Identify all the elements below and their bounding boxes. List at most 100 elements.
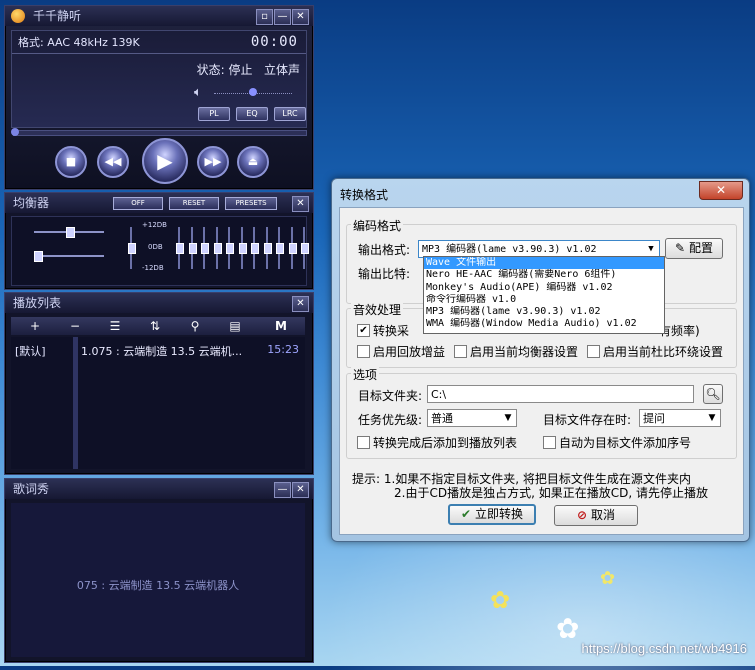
convert-sample-label: 转换采	[373, 324, 410, 338]
target-folder-input[interactable]: C:\	[427, 385, 694, 403]
close-icon[interactable]: ✕	[292, 196, 309, 212]
close-icon[interactable]: ✕	[292, 296, 309, 312]
restore-icon[interactable]: ▫	[256, 9, 273, 25]
dropdown-option-wave[interactable]: Wave 文件输出	[424, 257, 664, 270]
chevron-down-icon: ▼	[708, 413, 716, 423]
volume-icon[interactable]: 🔈︎	[194, 85, 202, 100]
convert-sample-checkbox[interactable]: ✔	[357, 324, 370, 337]
add-icon[interactable]: +	[17, 317, 53, 335]
eq-band-knob-11[interactable]	[301, 243, 309, 254]
eq-band-knob-5[interactable]	[226, 243, 234, 254]
seek-bar[interactable]	[11, 128, 307, 136]
eject-button[interactable]: ⏏	[237, 146, 269, 178]
dropdown-option-nero[interactable]: Nero HE-AAC 编码器(需要Nero 6组件)	[424, 269, 664, 281]
output-format-dropdown[interactable]: Wave 文件输出 Nero HE-AAC 编码器(需要Nero 6组件) Mo…	[423, 256, 665, 334]
auto-sequence-checkbox[interactable]	[543, 436, 556, 449]
dolby-checkbox[interactable]	[587, 345, 600, 358]
convert-now-button[interactable]: ✔ 立即转换	[448, 504, 536, 525]
file-exists-value: 提问	[643, 412, 665, 425]
dropdown-option-ape[interactable]: Monkey's Audio(APE) 编码器 v1.02	[424, 282, 664, 294]
stop-icon: ■	[65, 155, 77, 168]
db-bottom-label: -12DB	[142, 264, 164, 272]
priority-select[interactable]: 普通 ▼	[427, 409, 517, 427]
eq-band-knob-1[interactable]	[176, 243, 184, 254]
playlist-toggle-button[interactable]: PL	[198, 107, 230, 121]
eq-band-knob-6[interactable]	[238, 243, 247, 254]
encoder-group-label: 编码格式	[351, 217, 404, 234]
playlist-splitter[interactable]	[73, 337, 78, 469]
eq-band-knob-8[interactable]	[263, 243, 272, 254]
flower-icon: ✿	[556, 612, 580, 645]
eq-band-knob-2[interactable]	[188, 243, 197, 254]
minimize-icon[interactable]: —	[274, 482, 291, 498]
close-icon[interactable]: ✕	[292, 9, 309, 25]
lyrics-window: 歌词秀 — ✕ 075 : 云端制造 13.5 云端机器人	[4, 478, 314, 663]
chevron-down-icon: ▼	[504, 413, 512, 423]
browse-folder-button[interactable]: 🔍︎	[703, 384, 723, 404]
eq-preamp-knob[interactable]	[128, 243, 136, 254]
lyrics-text: 075 : 云端制造 13.5 云端机器人	[76, 579, 240, 592]
lyrics-body: 075 : 云端制造 13.5 云端机器人	[11, 503, 305, 657]
flower-icon: ✿	[600, 568, 616, 589]
eq-presets-button[interactable]: PRESETS	[225, 197, 277, 210]
target-folder-value: C:\	[431, 388, 447, 401]
remove-icon[interactable]: −	[57, 317, 93, 335]
all-freq-label: 有频率)	[659, 324, 700, 338]
eq-band-knob-3[interactable]	[201, 243, 209, 254]
dropdown-option-cmdline[interactable]: 命令行编码器 v1.0	[424, 294, 664, 306]
play-button[interactable]: ▶	[142, 138, 188, 184]
seek-knob[interactable]	[11, 128, 19, 136]
playlist-titlebar[interactable]: 播放列表	[5, 293, 313, 313]
file-exists-select[interactable]: 提问 ▼	[639, 409, 721, 427]
eject-icon: ⏏	[247, 155, 259, 168]
volume-knob[interactable]	[249, 88, 257, 96]
dialog-title: 转换格式	[340, 188, 389, 202]
playlist-group[interactable]: [默认]	[15, 343, 46, 359]
cancel-icon: ⊘	[577, 508, 588, 522]
eq-band-knob-9[interactable]	[276, 243, 284, 254]
eq-off-button[interactable]: OFF	[113, 197, 163, 210]
dropdown-option-mp3[interactable]: MP3 编码器(lame v3.90.3) v1.02	[424, 306, 664, 318]
row-duration: 15:23	[263, 343, 299, 356]
hint-line-2: 2.由于CD播放是独占方式, 如果正在播放CD, 请先停止播放	[394, 486, 708, 500]
mode-icon[interactable]: M	[263, 317, 299, 335]
sort-icon[interactable]: ⇅	[137, 317, 173, 335]
dialog-close-button[interactable]: ✕	[699, 181, 743, 200]
eq-setting-checkbox[interactable]	[454, 345, 467, 358]
config-button[interactable]: ✎ 配置	[665, 238, 723, 259]
balance-knob[interactable]	[34, 251, 43, 262]
convert-now-label: 立即转换	[474, 507, 523, 521]
db-top-label: +12DB	[142, 221, 167, 229]
eq-band-knob-4[interactable]	[213, 243, 222, 254]
dolby-label: 启用当前杜比环绕设置	[603, 345, 724, 359]
playlist-window: 播放列表 ✕ + − ☰ ⇅ ⚲ ▤ M [默认] 1.075 : 云端制造 1…	[4, 292, 314, 475]
channel-text: 立体声	[263, 63, 300, 77]
stop-button[interactable]: ■	[55, 146, 87, 178]
replay-gain-checkbox[interactable]	[357, 345, 370, 358]
minimize-icon[interactable]: —	[274, 9, 291, 25]
lyrics-toggle-button[interactable]: LRC	[274, 107, 306, 121]
player-display: 格式: AAC 48kHz 139K 00:00 状态: 停止 立体声 🔈︎ P…	[11, 30, 307, 128]
preamp-knob[interactable]	[66, 227, 75, 238]
replay-gain-label: 启用回放增益	[373, 345, 446, 359]
playlist-toolbar: + − ☰ ⇅ ⚲ ▤ M	[11, 317, 305, 335]
cancel-button[interactable]: ⊘ 取消	[554, 505, 638, 526]
dropdown-option-wma[interactable]: WMA 编码器(Window Media Audio) v1.02	[424, 318, 664, 330]
cancel-label: 取消	[590, 508, 615, 522]
eq-band-knob-7[interactable]	[251, 243, 259, 254]
lyrics-titlebar[interactable]: 歌词秀	[5, 479, 313, 499]
file-icon[interactable]: ▤	[217, 317, 253, 335]
previous-button[interactable]: ◀◀	[97, 146, 129, 178]
eq-band-knob-10[interactable]	[288, 243, 297, 254]
bitrate-label: 输出比特:	[358, 267, 411, 281]
add-to-playlist-checkbox[interactable]	[357, 436, 370, 449]
search-icon[interactable]: ⚲	[177, 317, 213, 335]
eq-reset-button[interactable]: RESET	[169, 197, 219, 210]
next-button[interactable]: ▶▶	[197, 146, 229, 178]
equalizer-window: 均衡器 OFF RESET PRESETS ✕ +12DB 0DB -12DB	[4, 192, 314, 290]
close-icon[interactable]: ✕	[292, 482, 309, 498]
dialog-content: 编码格式 输出格式: MP3 编码器(lame v3.90.3) v1.02 ▼…	[339, 207, 744, 535]
list-icon[interactable]: ☰	[97, 317, 133, 335]
eq-toggle-button[interactable]: EQ	[236, 107, 268, 121]
balance-slider[interactable]	[34, 255, 104, 257]
